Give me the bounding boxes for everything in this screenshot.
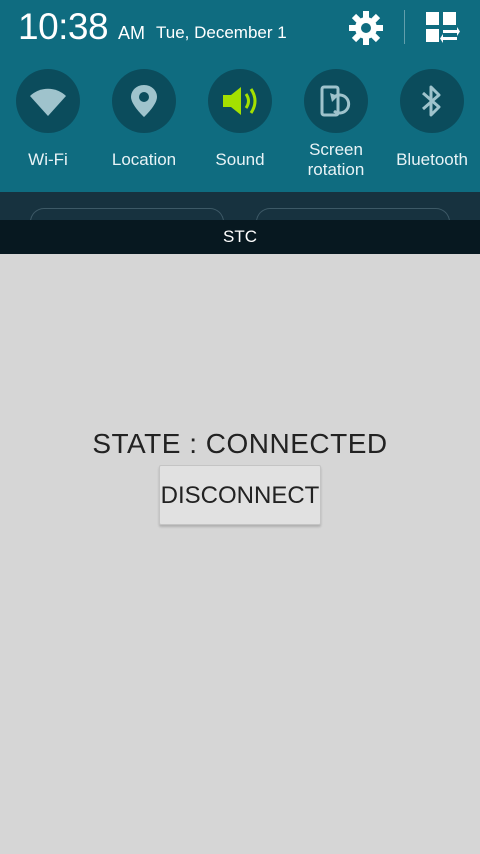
gear-icon[interactable]	[346, 8, 386, 48]
sound-icon	[208, 69, 272, 133]
notification-shade: 10:38 AM Tue, December 1 Wi-Fi Location …	[0, 0, 480, 192]
toggle-screen-rotation[interactable]: Screen rotation	[288, 66, 384, 186]
toggle-location[interactable]: Location	[96, 66, 192, 186]
clock-time: 10:38	[18, 6, 109, 47]
clock-date[interactable]: Tue, December 1	[156, 23, 287, 43]
clock-ampm: AM	[118, 23, 145, 43]
header-divider	[404, 10, 405, 44]
carrier-label: STC	[0, 220, 480, 254]
toggle-label: Location	[111, 150, 177, 169]
shade-brightness-strip	[0, 192, 480, 228]
location-icon	[112, 69, 176, 133]
screen-rotation-icon	[304, 69, 368, 133]
connection-state-text: STATE : CONNECTED	[92, 428, 388, 459]
toggle-label: Wi-Fi	[28, 150, 68, 169]
toggle-wifi[interactable]: Wi-Fi	[0, 66, 96, 186]
quick-toggles: Wi-Fi Location Sound Screen rotation Blu…	[0, 66, 480, 186]
quick-panel-edit-icon[interactable]	[424, 10, 460, 44]
disconnect-button[interactable]: DISCONNECT	[159, 465, 321, 525]
toggle-label: Bluetooth	[396, 150, 468, 169]
toggle-label: Screen rotation	[288, 140, 384, 180]
wifi-icon	[16, 69, 80, 133]
toggle-label-line1: Screen	[309, 140, 363, 159]
toggle-bluetooth[interactable]: Bluetooth	[384, 66, 480, 186]
bluetooth-icon	[400, 69, 464, 133]
toggle-sound[interactable]: Sound	[192, 66, 288, 186]
status-header: 10:38 AM Tue, December 1	[0, 0, 480, 56]
toggle-label: Sound	[215, 150, 265, 169]
toggle-label-line2: rotation	[307, 160, 365, 179]
